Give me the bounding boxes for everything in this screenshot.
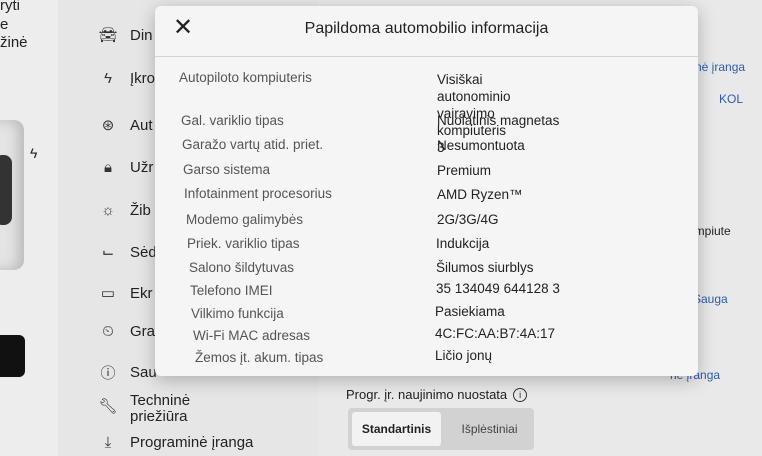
dark-button[interactable] <box>0 335 25 377</box>
info-value: Šilumos siurblys <box>436 260 534 275</box>
wrench-icon: 🔧︎ <box>98 398 118 415</box>
sidebar-item-software[interactable]: ⤓ Programinė įranga <box>98 434 254 451</box>
sidebar-item-lights[interactable]: ☼ Žib <box>98 202 151 219</box>
sidebar-item-label: Ekr <box>130 284 153 302</box>
sidebar-item-safety[interactable]: ⓘ Sau <box>98 362 157 383</box>
car-wheel <box>0 155 12 225</box>
sidebar-item-charging[interactable]: ϟ Įkro <box>98 70 155 87</box>
info-label: Wi-Fi MAC adresas <box>193 328 311 343</box>
sidebar-item-locks[interactable]: 🔒︎ Užr <box>98 159 153 176</box>
info-value: Ličio jonų <box>435 348 493 363</box>
sidebar-item-seats[interactable]: ⌙ Sėd <box>98 243 157 262</box>
info-label: Žemos įt. akum. tipas <box>195 350 324 365</box>
info-label: Modemo galimybės <box>186 212 304 227</box>
info-value: Nuolatinis magnetas <box>437 113 560 128</box>
sidebar-item-label: Sau <box>130 364 157 381</box>
sidebar-item-label: Programinė įranga <box>130 434 254 451</box>
sidebar-item-dynamics[interactable]: 🚘︎ Din <box>98 26 153 45</box>
option-advanced[interactable]: Išplėstiniai <box>445 408 534 450</box>
charging-bolt-icon: ϟ <box>30 145 38 161</box>
sidebar-item-label: Gra <box>130 323 156 340</box>
safety-link[interactable]: Sauga <box>693 292 728 306</box>
sidebar-item-display[interactable]: ▭ Ekr <box>98 284 153 303</box>
car-icon: 🚘︎ <box>98 27 118 44</box>
left-text-fragment: žinė <box>0 34 28 51</box>
sidebar-item-label: Užr <box>130 159 154 176</box>
info-value: 4C:FC:AA:B7:4A:17 <box>435 326 556 341</box>
info-label: Vilkimo funkcija <box>191 306 284 321</box>
left-text-fragment: ryti <box>0 0 20 14</box>
info-label: Priek. variklio tipas <box>187 236 300 251</box>
alert-icon: ⓘ <box>100 365 116 382</box>
display-icon: ▭ <box>100 285 116 302</box>
software-link[interactable]: nė įranga <box>695 60 745 74</box>
download-icon: ⤓ <box>104 434 112 451</box>
sidebar-item-service[interactable]: 🔧︎ Techninė priežiūra <box>98 393 210 425</box>
info-value: 2G/3G/4G <box>437 212 499 227</box>
update-preference-label: Progr. įr. naujinimo nuostata <box>346 387 508 402</box>
clock-icon: ⏲︎ <box>102 323 114 340</box>
info-icon[interactable]: i <box>513 387 528 402</box>
sidebar-item-label: Sėd <box>130 243 157 261</box>
seat-icon: ⌙ <box>101 244 115 261</box>
left-text-fragment: e <box>0 16 9 33</box>
info-label: Garso sistema <box>183 162 271 177</box>
info-label: Telefono IMEI <box>190 283 273 298</box>
sun-icon: ☼ <box>101 202 115 219</box>
modal-header: ✕ Papildoma automobilio informacija <box>155 6 698 57</box>
lock-icon: 🔒︎ <box>104 159 112 176</box>
modal-title: Papildoma automobilio informacija <box>304 20 549 37</box>
sidebar-item-autopilot[interactable]: ⊛ Aut <box>98 116 153 135</box>
bolt-icon: ϟ <box>104 70 112 87</box>
vehicle-info-modal: ✕ Papildoma automobilio informacija Auto… <box>155 6 698 376</box>
steering-wheel-icon: ⊛ <box>101 117 115 134</box>
option-standard[interactable]: Standartinis <box>352 412 441 446</box>
info-label: Autopiloto kompiuteris <box>179 70 312 85</box>
info-label: Infotainment procesorius <box>184 186 332 201</box>
info-value: Indukcija <box>436 236 490 251</box>
sidebar-item-label: Aut <box>130 116 153 134</box>
info-value: AMD Ryzen™ <box>437 187 523 202</box>
update-preference-toggle: Standartinis Išplėstiniai <box>348 408 534 450</box>
sidebar-item-label: Techninė priežiūra <box>130 392 191 425</box>
left-panel: ryti e žinė ϟ <box>0 0 58 456</box>
sidebar-item-schedule[interactable]: ⏲︎ Gra <box>98 323 155 340</box>
sidebar-item-label: Žib <box>130 202 151 219</box>
info-value: 35 134049 644128 3 <box>436 281 560 296</box>
info-label: Gal. variklio tipas <box>181 113 284 128</box>
info-label: Salono šildytuvas <box>189 260 295 275</box>
info-value: Premium <box>437 163 492 178</box>
info-value: Nesumontuota <box>437 138 525 153</box>
sidebar-item-label: Din <box>130 26 153 44</box>
update-preference-row: Progr. įr. naujinimo nuostata i <box>346 387 528 402</box>
sidebar-item-label: Įkro <box>130 70 156 87</box>
value-fragment: KOL <box>719 92 744 106</box>
info-value: Pasiekiama <box>435 304 505 319</box>
info-label: Garažo vartų atid. priet. <box>182 137 324 152</box>
